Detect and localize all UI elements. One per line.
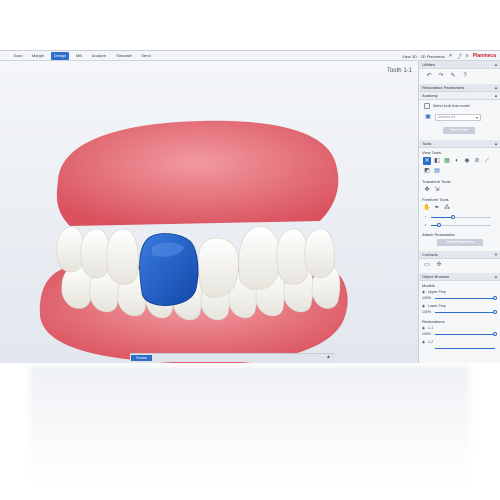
attach-restoration-button[interactable]: Attach Restoration: [437, 239, 483, 246]
anatomy-header[interactable]: Anatomy ▲: [419, 92, 500, 100]
view-sphere-icon[interactable]: ◉: [463, 157, 471, 165]
dental-model[interactable]: [0, 61, 418, 363]
view-wireframe-icon[interactable]: ◧: [433, 157, 441, 165]
models-label: Models: [422, 283, 435, 288]
tab-scan[interactable]: Scan: [10, 52, 26, 60]
redo-icon[interactable]: ↷: [437, 72, 445, 80]
tooth-library-icon: ▣: [425, 114, 431, 120]
contacts-toggle-icon[interactable]: ▭: [423, 261, 431, 269]
tab-mill[interactable]: Mill: [72, 52, 86, 60]
contacts-header[interactable]: Contacts ▼: [419, 251, 500, 259]
move-tool-icon[interactable]: ✥: [423, 186, 431, 194]
scans-button[interactable]: Scans: [131, 355, 152, 361]
tab-simulate[interactable]: Simulate: [112, 52, 136, 60]
eye-icon[interactable]: ◉: [422, 326, 425, 330]
workflow-tab-bar: Scan Margin Design Mill Analyze Simulate…: [0, 51, 500, 61]
tab-send[interactable]: Send: [138, 52, 154, 60]
model-opacity-slider: [435, 298, 495, 299]
view-clip-icon[interactable]: ⟋: [483, 157, 491, 165]
brush-strength-icon: ◑: [424, 223, 427, 227]
scans-panel-bar: Scans ▲: [130, 353, 335, 362]
restoration-opacity-slider: [435, 334, 495, 335]
attach-restoration-label: Attach Restoration: [422, 232, 455, 237]
upper-gum: [56, 120, 339, 226]
model-opacity-knob[interactable]: [493, 296, 497, 300]
cad-application-window: Scan Margin Design Mill Analyze Simulate…: [0, 50, 500, 363]
restoration-opacity-knob[interactable]: [493, 332, 497, 336]
model-opacity: 100%: [422, 310, 431, 314]
brush-size-knob[interactable]: [451, 215, 455, 219]
help-icon[interactable]: ?: [461, 72, 469, 80]
chevron-up-icon[interactable]: ▲: [494, 61, 498, 69]
view-contacts-icon[interactable]: ▦: [443, 157, 451, 165]
restoration-name: 1-2: [428, 340, 434, 344]
brush-size-icon: ◔: [424, 215, 427, 219]
view-section-icon[interactable]: ◐: [453, 157, 461, 165]
chevron-up-icon[interactable]: ▲: [494, 140, 498, 148]
model-name: Upper Prep: [428, 290, 446, 294]
contacts-title: Contacts: [422, 252, 438, 257]
sculpt-tool-icon[interactable]: ✒: [433, 204, 441, 212]
object-browser-title: Object Browser: [422, 274, 450, 279]
tools-header[interactable]: Tools ▲: [419, 140, 500, 148]
view-restoration-icon[interactable]: ✕: [423, 157, 431, 165]
restorations-label: Restorations: [422, 319, 445, 324]
chevron-down-icon[interactable]: ▼: [494, 251, 498, 259]
restoration-name: 1-1: [428, 326, 434, 330]
close-icon[interactable]: ✕: [449, 53, 453, 59]
eye-icon[interactable]: ◉: [422, 340, 425, 344]
share-icon[interactable]: ⤴: [457, 53, 462, 60]
tab-analyze[interactable]: Analyze: [88, 52, 110, 60]
restoration-parameters-header[interactable]: Restoration Parameters ▲: [419, 84, 500, 92]
eye-icon[interactable]: ◉: [422, 304, 425, 308]
utilities-header[interactable]: Utilities ▲: [419, 61, 500, 69]
restoration-opacity: 100%: [422, 332, 431, 336]
select-tooth-label: Select tooth from model: [433, 104, 470, 108]
view-edge-icon[interactable]: ◩: [423, 167, 431, 175]
view-occlusion-icon[interactable]: ⊘: [473, 157, 481, 165]
tools-title: Tools: [422, 141, 432, 146]
eye-icon[interactable]: ◉: [422, 290, 425, 294]
chevron-up-icon[interactable]: ▲: [494, 273, 498, 281]
place-tooth-button[interactable]: Place Tooth: [443, 127, 475, 134]
collapse-caret-icon[interactable]: ▲: [326, 354, 331, 360]
object-browser-header[interactable]: Object Browser ▲: [419, 273, 500, 281]
model-opacity-knob[interactable]: [493, 310, 497, 314]
model-name: Lower Prep: [428, 304, 446, 308]
right-sidebar: Utilities ▲ ↶ ↷ ✎ ? Restoration Paramete…: [418, 61, 500, 363]
brush-size-fill: [431, 217, 453, 218]
transform-tools-label: Transform Tools: [422, 179, 451, 184]
scale-tool-icon[interactable]: ⇲: [433, 186, 441, 194]
restoration-parameters-title: Restoration Parameters: [422, 85, 465, 90]
model-opacity-slider: [435, 312, 495, 313]
view-grid-icon[interactable]: ▤: [433, 167, 441, 175]
brush-strength-knob[interactable]: [437, 223, 441, 227]
3d-viewport[interactable]: Tooth 1-1 Scans ▲: [0, 61, 418, 363]
model-opacity: 100%: [422, 296, 431, 300]
view-tools-label: View Tools: [422, 150, 441, 155]
add-material-icon[interactable]: ✋: [423, 204, 431, 212]
select-tooth-checkbox[interactable]: [424, 103, 430, 109]
floor-reflection: [30, 366, 470, 486]
chevron-up-icon[interactable]: ▲: [494, 84, 498, 92]
undo-icon[interactable]: ↶: [425, 72, 433, 80]
session-text: View 3D · 3D Planmeca: [402, 53, 445, 59]
restoration-opacity-slider: [435, 348, 495, 349]
menu-icon[interactable]: ≡: [466, 53, 469, 59]
brand-logo: Planmeca: [472, 53, 496, 59]
freeform-tools-label: Freeform Tools: [422, 197, 449, 202]
utilities-title: Utilities: [422, 62, 435, 67]
smooth-tool-icon[interactable]: ⁂: [443, 204, 451, 212]
chevron-up-icon[interactable]: ▲: [494, 92, 498, 100]
anatomy-title: Anatomy: [422, 93, 438, 98]
tab-design[interactable]: Design: [51, 52, 69, 60]
wrench-icon[interactable]: ✎: [449, 72, 457, 80]
contacts-adjust-icon[interactable]: ✣: [435, 261, 443, 269]
anatomy-dropdown[interactable]: Anterior A1 ▾: [435, 114, 481, 121]
tab-margin[interactable]: Margin: [28, 52, 48, 60]
